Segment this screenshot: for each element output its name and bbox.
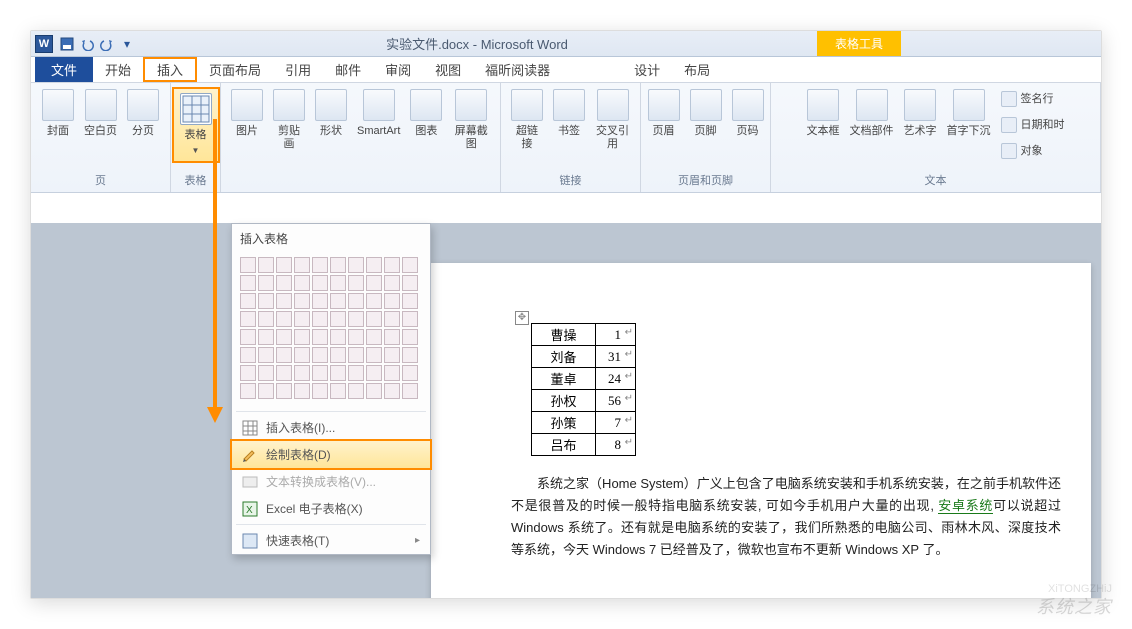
dropcap-button[interactable]: 首字下沉 bbox=[943, 87, 995, 140]
draw-table-item[interactable]: 绘制表格(D) bbox=[230, 439, 432, 470]
tab-references[interactable]: 引用 bbox=[273, 57, 323, 82]
table-dropdown-menu: 插入表格 插入表格(I)... 绘制表格(D) 文本转换成表格(V)... XE… bbox=[231, 223, 431, 555]
screenshot-button[interactable]: 屏幕截图 bbox=[448, 87, 494, 153]
quickparts-button[interactable]: 文档部件 bbox=[846, 87, 898, 140]
page-break-button[interactable]: 分页 bbox=[123, 87, 163, 140]
header-button[interactable]: 页眉 bbox=[644, 87, 684, 140]
tab-view[interactable]: 视图 bbox=[423, 57, 473, 82]
footer-button[interactable]: 页脚 bbox=[686, 87, 726, 140]
table-row: 刘备31 bbox=[532, 346, 636, 368]
redo-icon[interactable] bbox=[97, 34, 117, 54]
insert-table-item[interactable]: 插入表格(I)... bbox=[232, 414, 430, 441]
table-button[interactable]: 表格 ▼ bbox=[172, 87, 220, 163]
textbox-button[interactable]: 文本框 bbox=[803, 87, 844, 140]
chevron-down-icon: ▼ bbox=[192, 144, 200, 157]
excel-spreadsheet-item[interactable]: XExcel 电子表格(X) bbox=[232, 495, 430, 522]
hyperlink-button[interactable]: 超链接 bbox=[507, 87, 547, 153]
save-icon[interactable] bbox=[57, 34, 77, 54]
watermark: 系统之家 bbox=[1036, 593, 1112, 619]
wordart-button[interactable]: 艺术字 bbox=[900, 87, 941, 140]
document-table[interactable]: 曹操1 刘备31 董卓24 孙权56 孙策7 吕布8 bbox=[531, 323, 636, 456]
quick-tables-item[interactable]: 快速表格(T)▸ bbox=[232, 527, 430, 554]
document-page: ✥ 曹操1 刘备31 董卓24 孙权56 孙策7 吕布8 系统之家（Home S… bbox=[431, 263, 1091, 598]
object-button[interactable]: 对象 bbox=[997, 139, 1069, 163]
document-paragraph[interactable]: 系统之家（Home System）广义上包含了电脑系统安装和手机系统安装，在之前… bbox=[511, 473, 1061, 561]
clipart-button[interactable]: 剪贴画 bbox=[269, 87, 309, 153]
table-row: 孙策7 bbox=[532, 412, 636, 434]
ribbon: 封面 空白页 分页 页 表格 ▼ 表格 图片 剪贴画 形状 SmartArt bbox=[31, 83, 1101, 193]
group-headerfooter-label: 页眉和页脚 bbox=[678, 170, 733, 190]
group-pages-label: 页 bbox=[95, 170, 106, 190]
blank-page-button[interactable]: 空白页 bbox=[80, 87, 121, 140]
undo-icon[interactable] bbox=[77, 34, 97, 54]
group-links-label: 链接 bbox=[560, 170, 582, 190]
tab-review[interactable]: 审阅 bbox=[373, 57, 423, 82]
context-tool-label: 表格工具 bbox=[817, 31, 901, 56]
cover-page-button[interactable]: 封面 bbox=[38, 87, 78, 140]
table-popup-title: 插入表格 bbox=[232, 224, 430, 253]
bookmark-button[interactable]: 书签 bbox=[549, 87, 589, 140]
svg-text:X: X bbox=[246, 505, 253, 516]
title-bar: W ▾ 实验文件.docx - Microsoft Word 表格工具 bbox=[31, 31, 1101, 57]
word-app-icon: W bbox=[35, 35, 53, 53]
convert-text-item: 文本转换成表格(V)... bbox=[232, 468, 430, 495]
tab-table-design[interactable]: 设计 bbox=[622, 57, 672, 82]
table-row: 曹操1 bbox=[532, 324, 636, 346]
datetime-button[interactable]: 日期和时 bbox=[997, 113, 1069, 137]
tab-file[interactable]: 文件 bbox=[35, 57, 93, 82]
tab-insert[interactable]: 插入 bbox=[143, 57, 197, 82]
crossref-button[interactable]: 交叉引用 bbox=[591, 87, 634, 153]
picture-button[interactable]: 图片 bbox=[227, 87, 267, 140]
table-row: 吕布8 bbox=[532, 434, 636, 456]
window-title: 实验文件.docx - Microsoft Word bbox=[137, 34, 817, 53]
chart-button[interactable]: 图表 bbox=[406, 87, 446, 140]
table-row: 孙权56 bbox=[532, 390, 636, 412]
sigline-button[interactable]: 签名行 bbox=[997, 87, 1069, 111]
qat-dropdown-icon[interactable]: ▾ bbox=[117, 34, 137, 54]
tab-mailings[interactable]: 邮件 bbox=[323, 57, 373, 82]
table-grid-picker[interactable] bbox=[232, 253, 430, 409]
shapes-button[interactable]: 形状 bbox=[311, 87, 351, 140]
tab-home[interactable]: 开始 bbox=[93, 57, 143, 82]
tab-page-layout[interactable]: 页面布局 bbox=[197, 57, 273, 82]
tab-table-layout[interactable]: 布局 bbox=[672, 57, 722, 82]
smartart-button[interactable]: SmartArt bbox=[353, 87, 404, 140]
ribbon-tabs: 文件 开始 插入 页面布局 引用 邮件 审阅 视图 福昕阅读器 设计 布局 bbox=[31, 57, 1101, 83]
group-text-label: 文本 bbox=[925, 170, 947, 190]
document-area: ✥ 曹操1 刘备31 董卓24 孙权56 孙策7 吕布8 系统之家（Home S… bbox=[31, 223, 1101, 598]
table-row: 董卓24 bbox=[532, 368, 636, 390]
tab-foxit[interactable]: 福昕阅读器 bbox=[473, 57, 562, 82]
group-tables-label: 表格 bbox=[185, 170, 207, 190]
table-move-handle[interactable]: ✥ bbox=[515, 311, 529, 325]
pagenum-button[interactable]: 页码 bbox=[728, 87, 768, 140]
